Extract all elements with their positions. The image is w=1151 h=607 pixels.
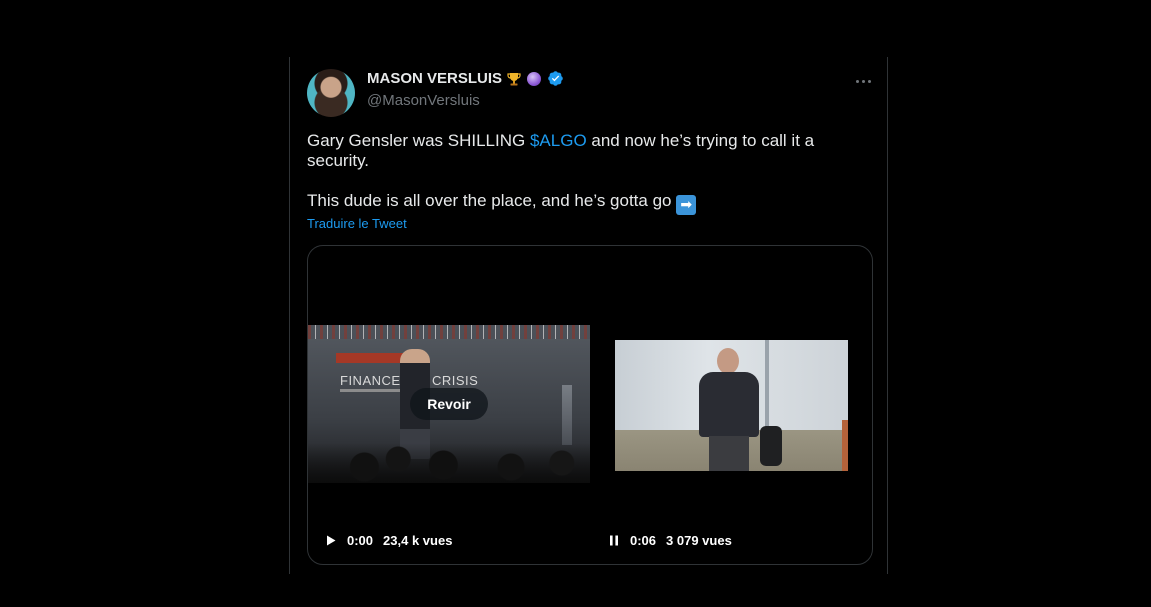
cashtag-link[interactable]: $ALGO: [530, 131, 587, 150]
more-options-icon[interactable]: [853, 71, 873, 91]
author-name-row[interactable]: MASON VERSLUIS: [367, 70, 564, 87]
video-thumbnail-audience: [308, 443, 590, 483]
video-1-time: 0:00: [347, 533, 374, 548]
verified-badge-icon: [548, 71, 563, 86]
translate-tweet-link[interactable]: Traduire le Tweet: [307, 216, 407, 231]
video-thumbnail-detail: [709, 436, 749, 471]
video-player-1[interactable]: FINANCE B D CRISIS Revoir: [308, 325, 590, 483]
video-1-views: 23,4 k vues: [383, 533, 453, 548]
video-thumbnail-detail: [765, 340, 769, 430]
timeline-column: MASON VERSLUIS @MasonVersluis Gary Gensl…: [289, 57, 888, 574]
pause-icon[interactable]: [608, 535, 620, 547]
video-thumbnail-detail: [717, 348, 739, 374]
video-thumbnail-detail: [842, 420, 848, 471]
display-name[interactable]: MASON VERSLUIS: [367, 70, 502, 87]
author-handle[interactable]: @MasonVersluis: [367, 92, 480, 109]
tweet-text-part: This dude is all over the place, and he’…: [307, 191, 677, 210]
right-arrow-icon: ➡: [676, 195, 697, 215]
video-2-time: 0:06: [630, 533, 657, 548]
tweet-paragraph-2: This dude is all over the place, and he’…: [307, 191, 847, 215]
trophy-icon: [506, 71, 522, 87]
video-thumbnail-person: [695, 348, 765, 471]
video-1-controls: 0:00 23,4 k vues: [325, 533, 452, 548]
tweet-text: Gary Gensler was SHILLING $ALGO and now …: [307, 131, 847, 215]
tweet-text-part: Gary Gensler was SHILLING: [307, 131, 530, 150]
video-2-controls: 0:06 3 079 vues: [608, 533, 732, 548]
video-thumbnail-detail: [699, 372, 759, 437]
play-icon[interactable]: [325, 535, 337, 547]
avatar[interactable]: [307, 69, 355, 117]
video-player-2[interactable]: [615, 340, 848, 471]
tweet-paragraph-1: Gary Gensler was SHILLING $ALGO and now …: [307, 131, 847, 171]
video-thumbnail-detail: [308, 325, 590, 339]
video-thumbnail-detail: [562, 385, 572, 445]
video-2-views: 3 079 vues: [666, 533, 732, 548]
replay-button[interactable]: Revoir: [410, 388, 488, 420]
media-card: FINANCE B D CRISIS Revoir: [307, 245, 873, 565]
crystal-ball-icon: [527, 71, 542, 86]
